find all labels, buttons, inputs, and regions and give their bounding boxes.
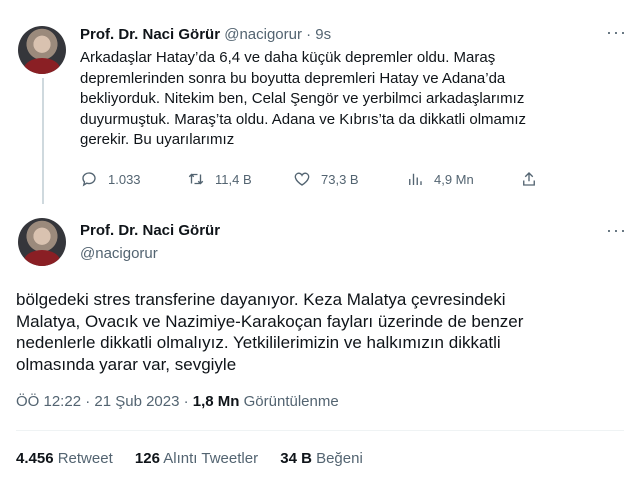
like-count: 73,3 B <box>321 171 359 187</box>
likes-stat[interactable]: 34 B Beğeni <box>280 450 363 467</box>
retweets-stat[interactable]: 4.456 Retweet <box>16 450 113 467</box>
retweet-count: 11,4 B <box>215 171 252 187</box>
author-name[interactable]: Prof. Dr. Naci Görür <box>80 222 220 239</box>
reply-icon <box>82 172 96 187</box>
quotes-count: 126 <box>134 450 160 467</box>
heart-icon <box>294 172 310 186</box>
author-name[interactable]: Prof. Dr. Naci Görür <box>80 26 220 43</box>
tweet-view-count: 1,8 Mn <box>192 393 240 410</box>
tweet-view-label: Görüntülenme <box>239 393 339 410</box>
tweet-first[interactable]: Prof. Dr. Naci Görür @nacigorur · 9s ···… <box>0 0 640 204</box>
likes-count: 34 B <box>280 450 312 467</box>
focused-tweet-text: bölgedeki stres transferine dayanıyor. K… <box>16 290 524 374</box>
reply-count: 1.033 <box>108 171 141 187</box>
divider <box>16 430 624 431</box>
tweet-header: Prof. Dr. Naci Görür @nacigorur · 9s <box>80 26 331 43</box>
retweets-count: 4.456 <box>16 450 54 467</box>
retweet-button[interactable]: 11,4 B <box>187 170 252 188</box>
like-button[interactable]: 73,3 B <box>293 170 359 188</box>
retweets-label: Retweet <box>53 450 113 467</box>
engagement-stats: 4.456 Retweet 126 Alıntı Tweetler 34 B B… <box>16 450 381 467</box>
more-options-icon[interactable]: ··· <box>606 22 627 43</box>
share-button[interactable] <box>520 170 548 188</box>
quotes-stat[interactable]: 126 Alıntı Tweetler <box>135 450 258 467</box>
tweet-text: Arkadaşlar Hatay’da 6,4 ve daha küçük de… <box>80 49 527 148</box>
quotes-label: Alıntı Tweetler <box>159 450 259 467</box>
view-count: 4,9 Mn <box>434 171 474 187</box>
likes-label: Beğeni <box>311 450 363 467</box>
tweet-timestamp[interactable]: ÖÖ 12:22 · 21 Şub 2023 · <box>16 393 193 410</box>
views-button[interactable]: 4,9 Mn <box>406 170 474 188</box>
focused-author-handle[interactable]: @nacigorur <box>80 245 158 262</box>
focused-author-name-row: Prof. Dr. Naci Görür <box>80 222 220 239</box>
author-avatar[interactable] <box>18 26 66 74</box>
share-icon <box>523 172 535 186</box>
author-avatar-focused[interactable] <box>18 218 66 266</box>
author-handle-time[interactable]: @nacigorur · 9s <box>224 26 331 43</box>
thread-connector-line <box>42 78 44 204</box>
reply-button[interactable]: 1.033 <box>80 170 141 188</box>
tweet-meta: ÖÖ 12:22 · 21 Şub 2023 · 1,8 Mn Görüntül… <box>16 393 339 410</box>
retweet-icon <box>188 173 204 185</box>
more-options-icon[interactable]: ··· <box>606 220 627 241</box>
analytics-icon <box>409 173 422 185</box>
